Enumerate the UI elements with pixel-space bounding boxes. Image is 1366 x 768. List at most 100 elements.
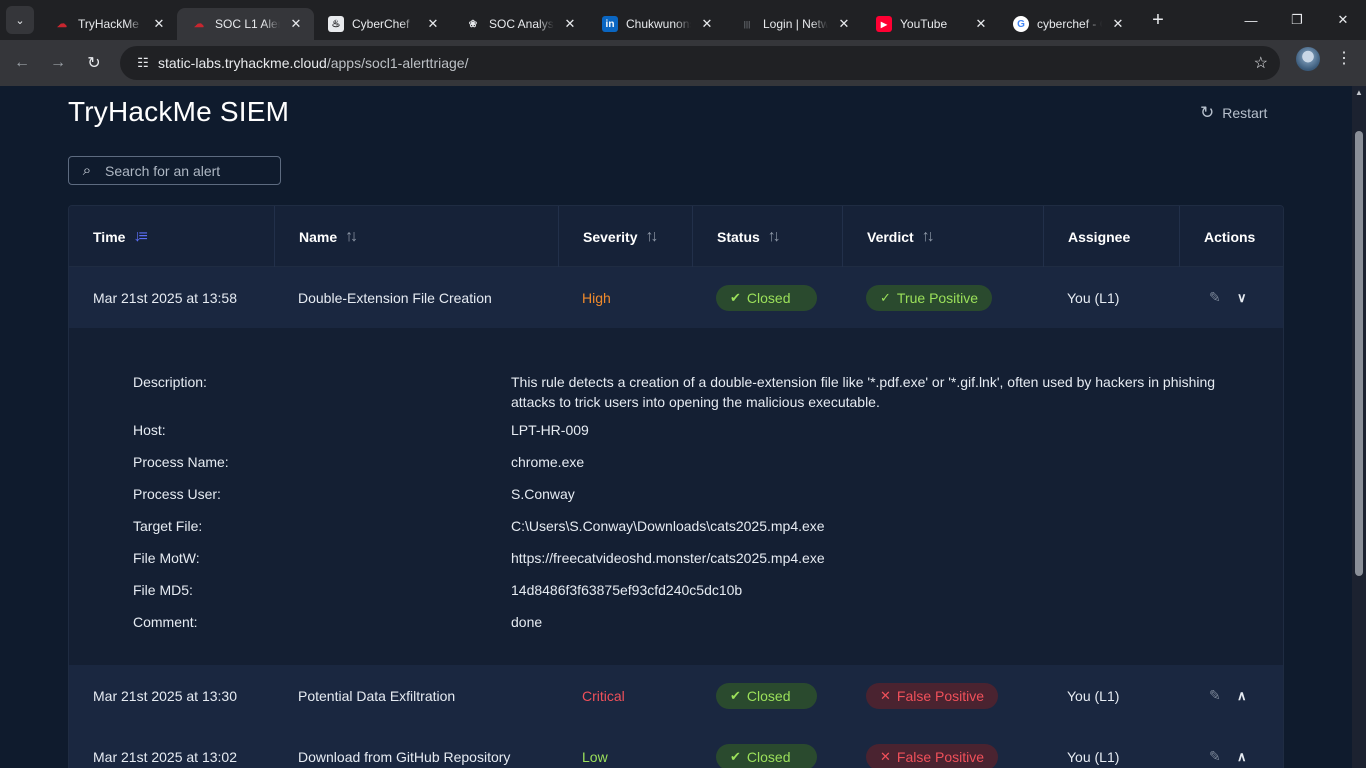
page-viewport: TryHackMe SIEM ↻ Restart ⌕ Time ↓≡ Name … <box>0 86 1352 768</box>
scrollbar-thumb[interactable] <box>1355 131 1363 576</box>
close-tab-icon[interactable]: ✕ <box>562 16 578 32</box>
column-header-name[interactable]: Name ↑↓ <box>274 206 558 267</box>
minimize-icon[interactable]: — <box>1228 0 1274 40</box>
header-label: Severity <box>583 228 638 245</box>
close-tab-icon[interactable]: ✕ <box>699 16 715 32</box>
tab-title: Login | Netw <box>763 17 828 31</box>
new-tab-plus-icon[interactable]: + <box>1144 9 1172 32</box>
cisco-icon: ||| <box>743 19 751 29</box>
restore-window-icon[interactable]: ❐ <box>1274 0 1320 40</box>
browser-tab-soc-l1-alert[interactable]: ☁ SOC L1 Alert ✕ <box>177 8 314 40</box>
cell-severity: Critical <box>582 687 625 704</box>
edit-pencil-icon[interactable]: ✎ <box>1209 687 1221 704</box>
edit-pencil-icon[interactable]: ✎ <box>1209 748 1221 765</box>
tab-title: Chukwunons <box>626 17 691 31</box>
header-label: Name <box>299 228 338 245</box>
close-tab-icon[interactable]: ✕ <box>288 16 304 32</box>
close-tab-icon[interactable]: ✕ <box>1110 16 1126 32</box>
table-row[interactable]: Mar 21st 2025 at 13:02 Download from Git… <box>69 726 1283 768</box>
tab-search-chevron-icon[interactable]: ⌄ <box>6 6 34 34</box>
detail-label-file-md5: File MD5: <box>133 582 193 598</box>
sort-descending-icon[interactable]: ↓≡ <box>133 228 147 246</box>
chevron-up-icon[interactable]: ∧ <box>1237 749 1247 765</box>
back-arrow-icon[interactable]: ← <box>4 45 40 81</box>
cell-verdict: ✓ True Positive <box>842 267 993 328</box>
browser-tab-google-cyberchef[interactable]: G cyberchef - C ✕ <box>999 8 1136 40</box>
bookmark-star-icon[interactable]: ☆ <box>1254 53 1268 73</box>
detail-value-file-motw: https://freecatvideoshd.monster/cats2025… <box>511 550 825 566</box>
browser-toolbar: ← → ↻ ☷ static-labs.tryhackme.cloud/apps… <box>0 40 1366 86</box>
check-circle-icon: ✔︎ <box>730 687 741 703</box>
close-window-icon[interactable]: ✕ <box>1320 0 1366 40</box>
detail-value-comment: done <box>511 614 543 630</box>
profile-avatar[interactable] <box>1296 47 1320 71</box>
cell-name: Download from GitHub Repository <box>298 748 511 765</box>
cell-time: Mar 21st 2025 at 13:02 <box>93 748 237 765</box>
sort-icon[interactable]: ↑↓ <box>345 228 358 246</box>
verdict-label: False Positive <box>896 687 985 704</box>
verdict-label: False Positive <box>896 748 985 765</box>
browser-tab-tryhackme[interactable]: ☁ TryHackMe | ✕ <box>40 8 177 40</box>
thm-cloud-icon: ☁ <box>194 18 204 30</box>
tab-title: YouTube <box>900 17 948 31</box>
reload-icon[interactable]: ↻ <box>76 45 112 81</box>
cell-status: ✔︎ Closed <box>692 267 817 328</box>
sort-icon[interactable]: ↑↓ <box>645 228 658 246</box>
column-header-verdict[interactable]: Verdict ↑↓ <box>842 206 1043 267</box>
sort-icon[interactable]: ↑↓ <box>922 228 935 246</box>
alert-search: ⌕ <box>68 156 281 185</box>
browser-tab-soc-analyst[interactable]: ❀ SOC Analyst ✕ <box>451 8 588 40</box>
verdict-badge: ✕ False Positive <box>866 682 999 709</box>
column-header-time[interactable]: Time ↓≡ <box>69 206 274 267</box>
close-tab-icon[interactable]: ✕ <box>836 16 852 32</box>
address-bar[interactable]: ☷ static-labs.tryhackme.cloud/apps/socl1… <box>120 46 1280 80</box>
header-label: Status <box>717 228 760 245</box>
restart-button[interactable]: ↻ Restart <box>1200 103 1267 123</box>
window-controls: — ❐ ✕ <box>1228 0 1366 40</box>
restart-icon: ↻ <box>1200 103 1215 122</box>
vertical-scrollbar[interactable]: ▲ <box>1352 86 1366 768</box>
cell-time: Mar 21st 2025 at 13:30 <box>93 687 237 704</box>
linkedin-icon: in <box>602 16 618 32</box>
site-settings-icon[interactable]: ☷ <box>128 55 158 71</box>
tab-title: TryHackMe | <box>78 17 143 31</box>
detail-label-comment: Comment: <box>133 614 198 630</box>
cell-severity: Low <box>582 748 608 765</box>
browser-tab-linkedin[interactable]: in Chukwunons ✕ <box>588 8 725 40</box>
search-input[interactable] <box>105 162 265 179</box>
chef-hat-icon: ♨ <box>328 16 344 32</box>
column-header-status[interactable]: Status ↑↓ <box>692 206 842 267</box>
verdict-badge: ✓ True Positive <box>866 284 993 311</box>
detail-label-file-motw: File MotW: <box>133 550 200 566</box>
url-path: /apps/socl1-alerttriage/ <box>326 55 469 71</box>
alert-detail-panel: Description: This rule detects a creatio… <box>69 328 1283 666</box>
scroll-up-arrow-icon[interactable]: ▲ <box>1354 88 1364 97</box>
restart-label: Restart <box>1222 105 1268 121</box>
close-tab-icon[interactable]: ✕ <box>973 16 989 32</box>
browser-menu-icon[interactable]: ⋮ <box>1334 48 1354 68</box>
alerts-table: Time ↓≡ Name ↑↓ Severity ↑↓ Status ↑↓ Ve… <box>68 205 1284 768</box>
browser-tab-cyberchef[interactable]: ♨ CyberChef ✕ <box>314 8 451 40</box>
edit-pencil-icon[interactable]: ✎ <box>1209 289 1221 306</box>
cell-status: ✔︎ Closed <box>692 665 817 726</box>
detail-value-process-name: chrome.exe <box>511 454 585 470</box>
sort-icon[interactable]: ↑↓ <box>768 228 781 246</box>
header-label: Assignee <box>1068 228 1131 245</box>
column-header-severity[interactable]: Severity ↑↓ <box>558 206 692 267</box>
chevron-up-icon[interactable]: ∧ <box>1237 688 1247 704</box>
check-circle-icon: ✔︎ <box>730 289 741 305</box>
status-label: Closed <box>746 687 791 704</box>
browser-tab-youtube[interactable]: ▶ YouTube ✕ <box>862 8 999 40</box>
cell-assignee: You (L1) <box>1067 687 1120 704</box>
table-row[interactable]: Mar 21st 2025 at 13:30 Potential Data Ex… <box>69 665 1283 726</box>
detail-value-host: LPT-HR-009 <box>511 422 589 438</box>
chevron-down-icon[interactable]: ∨ <box>1237 290 1247 306</box>
cell-status: ✔︎ Closed <box>692 726 817 768</box>
forward-arrow-icon[interactable]: → <box>40 45 76 81</box>
close-tab-icon[interactable]: ✕ <box>425 16 441 32</box>
browser-tab-bar: ⌄ ☁ TryHackMe | ✕ ☁ SOC L1 Alert ✕ ♨ Cyb… <box>0 0 1366 40</box>
status-badge: ✔︎ Closed <box>716 743 817 768</box>
table-row[interactable]: Mar 21st 2025 at 13:58 Double-Extension … <box>69 267 1283 328</box>
browser-tab-login[interactable]: ||| Login | Netw ✕ <box>725 8 862 40</box>
close-tab-icon[interactable]: ✕ <box>151 16 167 32</box>
